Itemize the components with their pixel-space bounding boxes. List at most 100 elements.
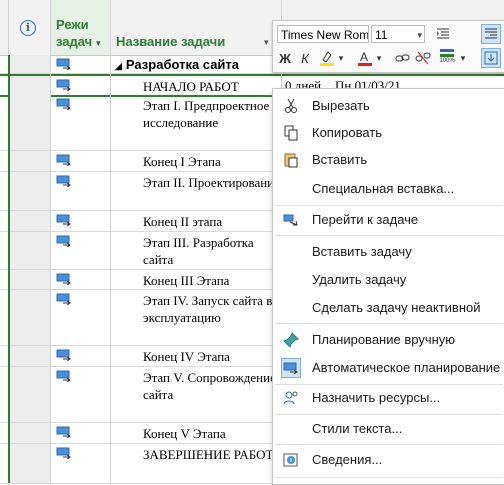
task-mode-cell[interactable] (50, 95, 110, 150)
auto-schedule-icon (56, 293, 71, 305)
unlink-icon[interactable] (413, 48, 433, 68)
task-mode-cell[interactable] (50, 76, 110, 95)
row-indicator-cell[interactable] (8, 55, 50, 73)
row-indicator-cell[interactable] (8, 423, 50, 443)
task-name-cell[interactable]: Этап IV. Запуск сайта в эксплуатацию (111, 290, 281, 345)
menu-item-label: Назначить ресурсы... (312, 390, 441, 405)
highlight-icon[interactable] (317, 48, 337, 68)
task-mode-cell[interactable] (50, 367, 110, 422)
menu-separator (275, 323, 503, 324)
menu-item-text-styles[interactable]: Стили текста... (273, 416, 504, 442)
row-indicator-cell[interactable] (8, 151, 50, 171)
info-icon: i (20, 19, 36, 36)
menu-item-paste[interactable]: Вставить (273, 147, 504, 173)
task-name-cell[interactable]: Конец I Этапа (111, 151, 281, 171)
row-indicator-cell[interactable] (8, 290, 50, 345)
task-mode-cell[interactable] (50, 423, 110, 443)
column-divider (110, 0, 111, 483)
task-name-cell[interactable]: Конец IV Этапа (111, 346, 281, 366)
task-mode-cell[interactable] (50, 290, 110, 345)
task-name-cell[interactable]: Этап I. Предпроектное исследование (111, 95, 281, 150)
indicators-column-header[interactable]: i (8, 0, 48, 55)
selection-frame (8, 55, 10, 483)
task-name-cell[interactable]: Этап V. Сопровождение сайта (111, 367, 281, 422)
wrap-text-icon[interactable] (481, 24, 501, 44)
auto-schedule-icon (56, 175, 71, 187)
task-name-cell[interactable]: ЗАВЕРШЕНИЕ РАБОТ (111, 444, 281, 483)
menu-item-copy[interactable]: Копировать (273, 120, 504, 146)
row-indicator-cell[interactable] (8, 346, 50, 366)
italic-button[interactable]: К (295, 48, 315, 68)
menu-item-auto-schedule[interactable]: Автоматическое планирование (273, 355, 504, 381)
menu-item-inactivate-task[interactable]: Сделать задачу неактивной (273, 295, 504, 321)
pin-icon (283, 332, 299, 348)
task-name-cell[interactable]: Конец II этапа (111, 211, 281, 231)
task-name-cell[interactable]: Конец III Этапа (111, 270, 281, 289)
task-name: Этап V. Сопровождение сайта (143, 370, 276, 402)
bold-button[interactable]: Ж (275, 48, 295, 68)
goto-task-icon (283, 212, 299, 228)
task-mode-cell[interactable] (50, 232, 110, 269)
zoom-icon[interactable]: 100% (437, 46, 457, 66)
font-size-select[interactable]: 11 ▾ (371, 25, 425, 43)
task-name: Этап I. Предпроектное исследование (143, 98, 270, 130)
font-color-letter: A (360, 50, 368, 64)
task-name-cell[interactable]: НАЧАЛО РАБОТ (111, 76, 281, 95)
task-name-column-header[interactable]: Название задачи ▾ (111, 0, 281, 55)
menu-item-label: Стили текста... (312, 421, 403, 436)
task-mode-column-header[interactable]: Режи задач ▾ (50, 0, 110, 55)
task-name-cell[interactable]: Этап III. Разработка сайта (111, 232, 281, 269)
chevron-down-icon[interactable]: ▾ (457, 48, 469, 68)
task-name-cell[interactable]: Этап II. Проектирование (111, 172, 281, 210)
menu-item-label: Вставить задачу (312, 244, 412, 259)
auto-schedule-icon (56, 273, 71, 285)
task-mode-cell[interactable] (50, 346, 110, 366)
row-indicator-cell[interactable] (8, 270, 50, 289)
task-mode-cell[interactable] (50, 211, 110, 231)
auto-schedule-icon (56, 98, 71, 110)
mini-toolbar: Times New Roman 11▾ Ж К ▾ A ▾ 100% ▾ (272, 20, 504, 73)
menu-item-information[interactable]: Сведения... (273, 447, 504, 473)
row-indicator-cell[interactable] (8, 232, 50, 269)
menu-separator (275, 235, 503, 236)
font-color-icon[interactable]: A (355, 48, 375, 68)
row-indicator-cell[interactable] (8, 76, 50, 95)
menu-item-label: Вырезать (312, 98, 370, 113)
menu-item-cut[interactable]: Вырезать (273, 93, 504, 119)
menu-item-delete-task[interactable]: Удалить задачу (273, 267, 504, 293)
task-name: ЗАВЕРШЕНИЕ РАБОТ (143, 447, 274, 462)
chevron-down-icon[interactable]: ▾ (264, 37, 269, 48)
scissors-icon (283, 98, 299, 114)
indent-icon[interactable] (433, 24, 453, 44)
task-name-cell[interactable]: Конец V Этапа (111, 423, 281, 443)
chevron-down-icon[interactable]: ▾ (373, 48, 385, 68)
row-indicator-cell[interactable] (8, 95, 50, 150)
task-name: Конец IV Этапа (143, 349, 230, 364)
task-mode-cell[interactable] (50, 444, 110, 483)
auto-schedule-icon (56, 349, 71, 361)
auto-schedule-icon (56, 154, 71, 166)
task-mode-cell[interactable] (50, 151, 110, 171)
scroll-to-task-icon[interactable] (481, 48, 501, 68)
summary-task-name: ◢ Разработка сайта (115, 57, 240, 72)
menu-item-paste-special[interactable]: Специальная вставка... (273, 176, 504, 202)
row-indicator-cell[interactable] (8, 211, 50, 231)
menu-item-manual-schedule[interactable]: Планирование вручную (273, 327, 504, 353)
link-icon[interactable] (393, 48, 413, 68)
task-mode-cell[interactable] (50, 270, 110, 289)
font-name-select[interactable]: Times New Roman (277, 25, 369, 43)
task-name: Этап IV. Запуск сайта в эксплуатацию (143, 293, 273, 325)
row-indicator-cell[interactable] (8, 444, 50, 483)
task-name-cell[interactable]: ◢ Разработка сайта (111, 55, 281, 73)
task-mode-cell[interactable] (50, 55, 110, 73)
menu-item-label: Сделать задачу неактивной (312, 300, 481, 315)
menu-item-goto-task[interactable]: Перейти к задаче (273, 207, 504, 233)
task-mode-cell[interactable] (50, 172, 110, 210)
menu-item-insert-task[interactable]: Вставить задачу (273, 239, 504, 265)
menu-separator (275, 205, 503, 206)
row-indicator-cell[interactable] (8, 172, 50, 210)
chevron-down-icon[interactable]: ▾ (335, 48, 347, 68)
chevron-down-icon[interactable]: ▾ (96, 38, 101, 49)
menu-item-assign-resources[interactable]: Назначить ресурсы... (273, 385, 504, 411)
row-indicator-cell[interactable] (8, 367, 50, 422)
